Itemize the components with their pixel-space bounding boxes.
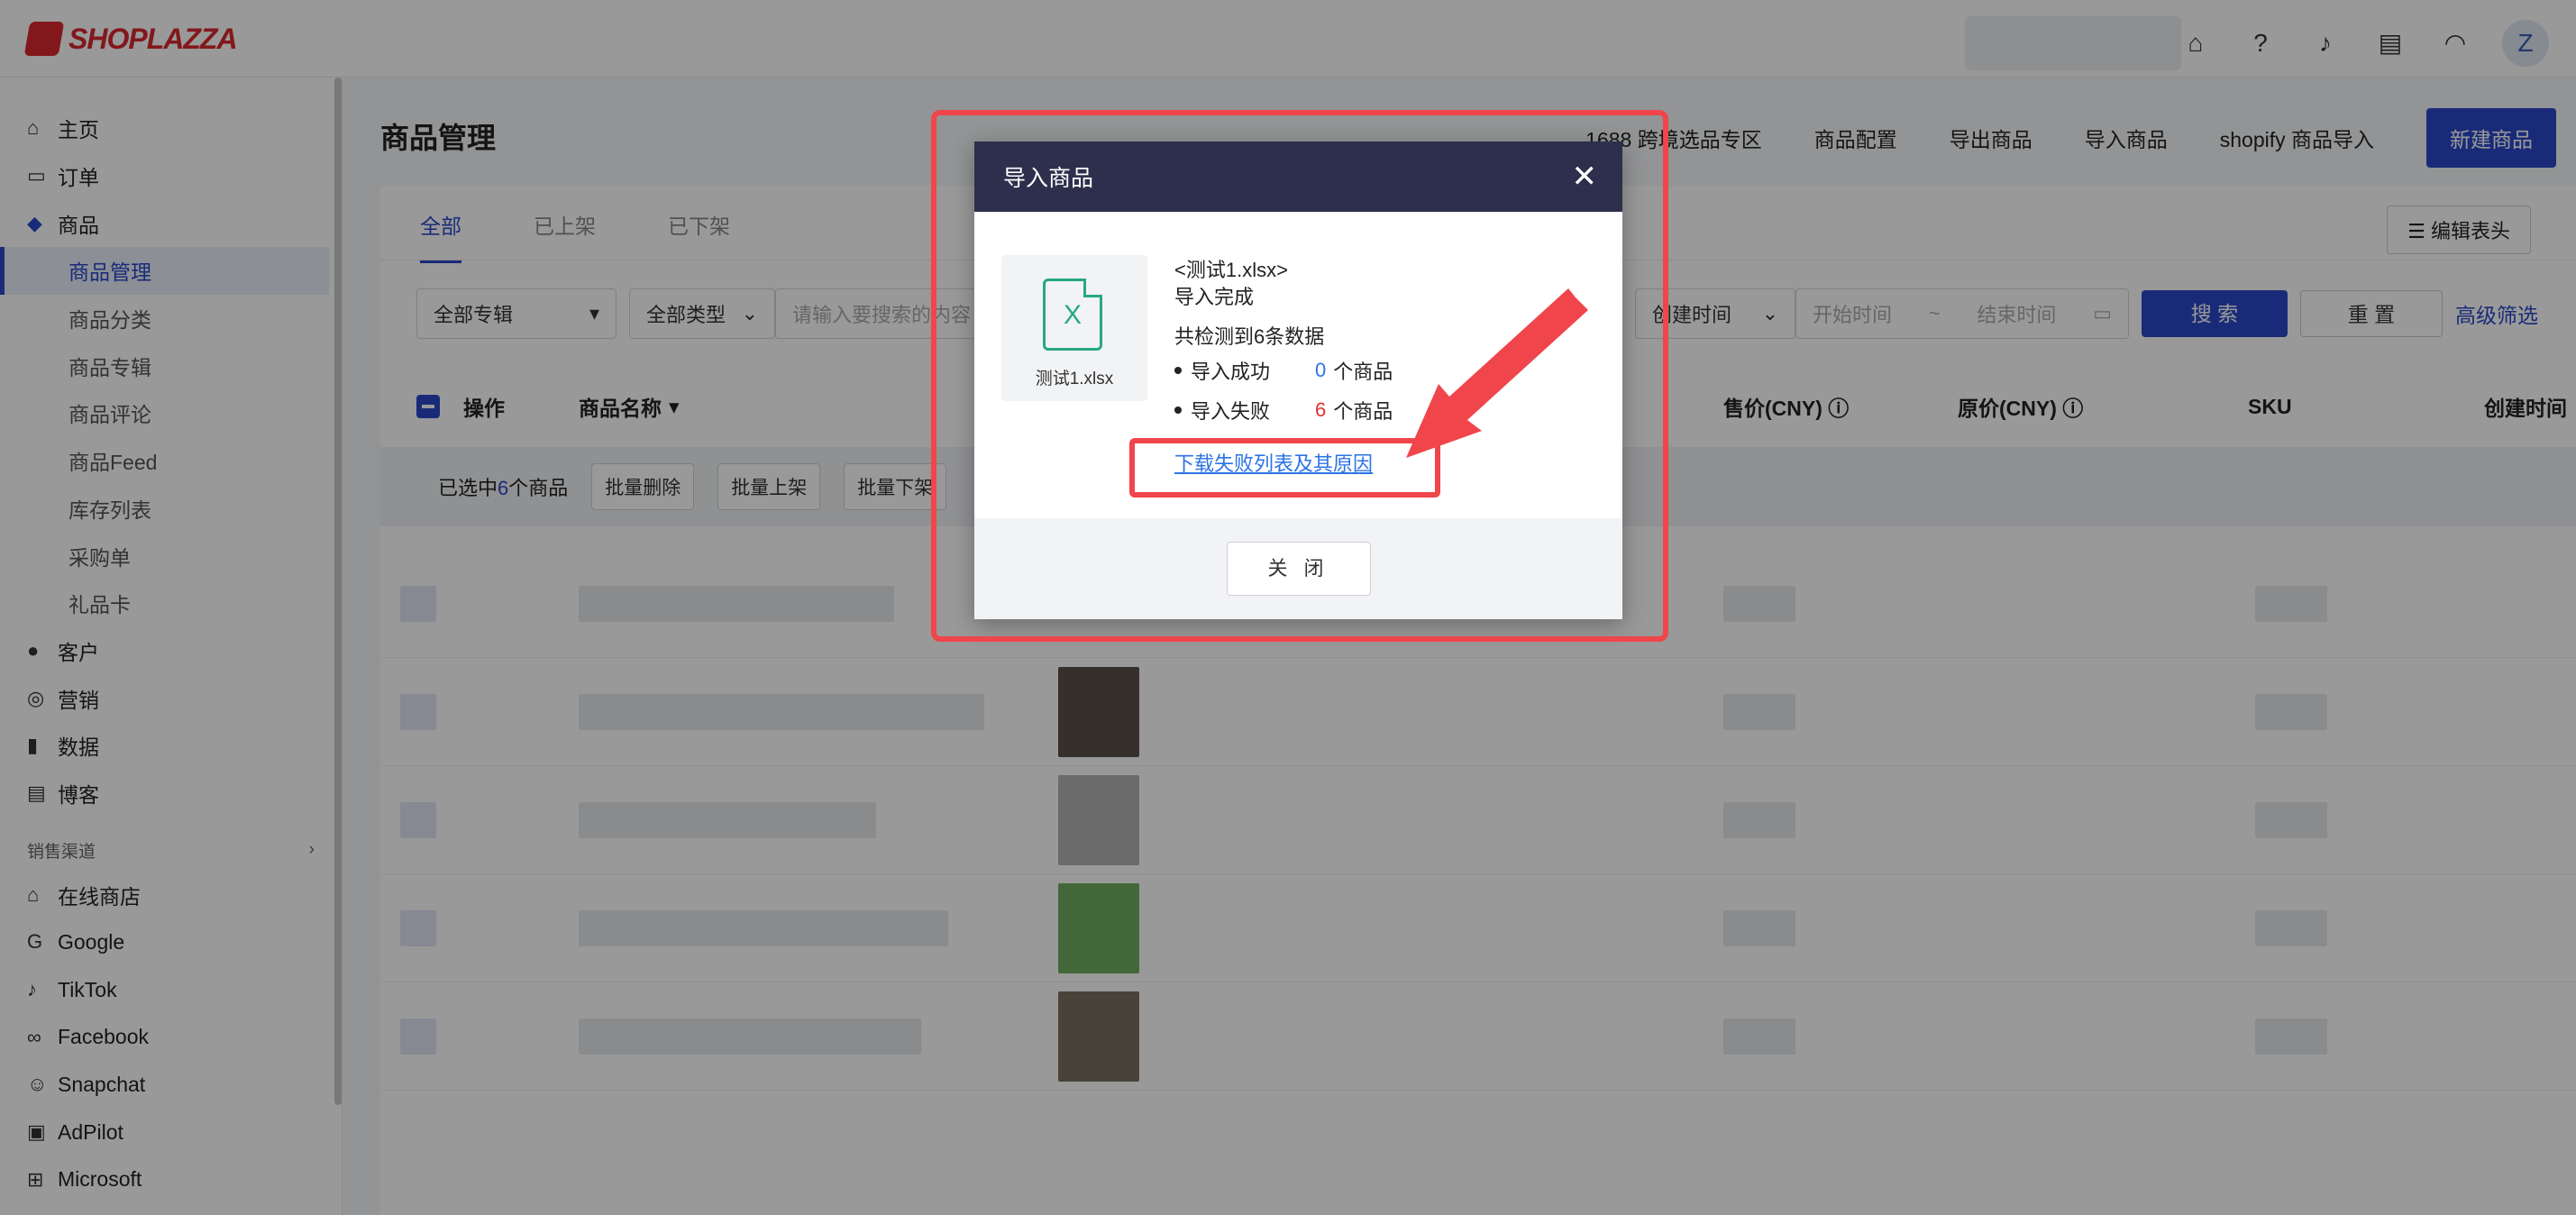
annotation-highlight-link	[1129, 438, 1440, 498]
annotation-highlight-dialog	[931, 110, 1668, 642]
